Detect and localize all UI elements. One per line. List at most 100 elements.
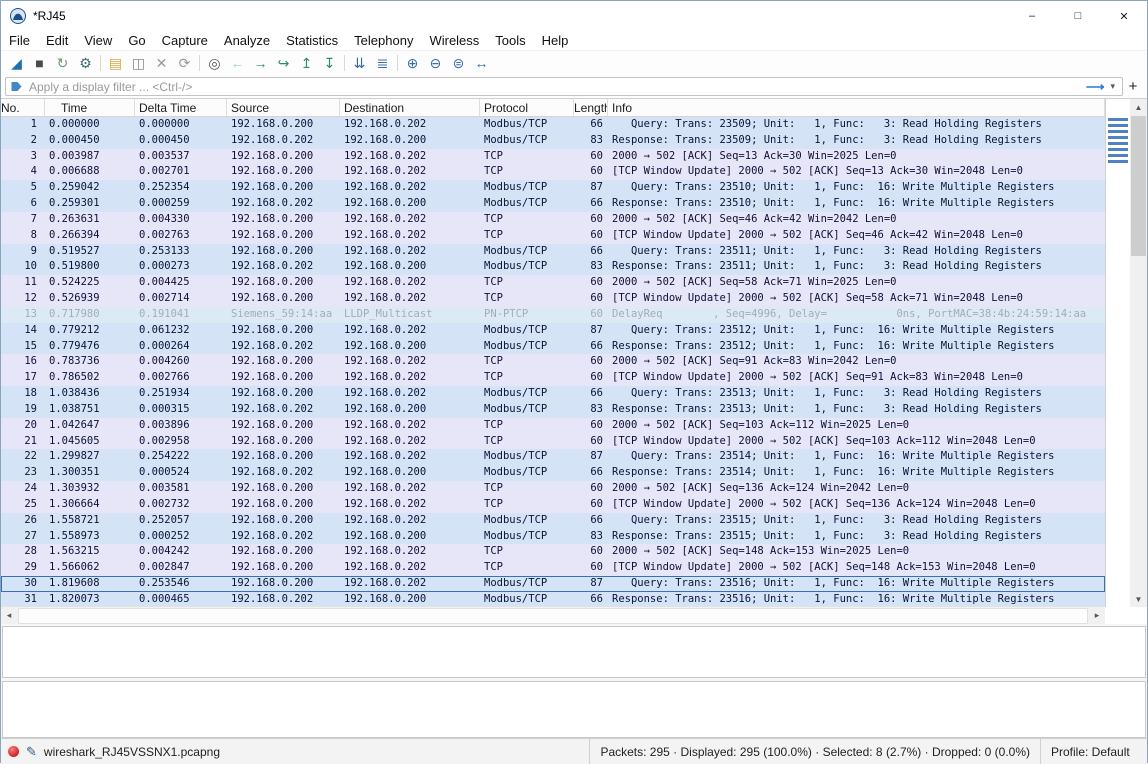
packet-row[interactable]: 10.0000000.000000192.168.0.200192.168.0.… (1, 117, 1105, 133)
capture-restart-button[interactable]: ↻ (51, 52, 74, 74)
scroll-left-icon[interactable]: ◂ (1, 607, 17, 624)
packet-row[interactable]: 150.7794760.000264192.168.0.202192.168.0… (1, 339, 1105, 355)
scroll-up-icon[interactable]: ▲ (1130, 99, 1147, 115)
column-header-info[interactable]: Info (608, 99, 1105, 116)
packet-row[interactable]: 30.0039870.003537192.168.0.200192.168.0.… (1, 149, 1105, 165)
column-header-destination[interactable]: Destination (340, 99, 480, 116)
zoom-100-button[interactable]: ⊜ (447, 52, 470, 74)
menu-item-view[interactable]: View (76, 33, 120, 48)
file-close-button[interactable]: ✕ (150, 52, 173, 74)
go-last-button[interactable]: ↧ (318, 52, 341, 74)
column-header-time[interactable]: Time (45, 99, 135, 116)
add-filter-button[interactable]: + (1123, 78, 1143, 95)
colorize-button[interactable]: ≣ (371, 52, 394, 74)
packet-row[interactable]: 201.0426470.003896192.168.0.200192.168.0… (1, 418, 1105, 434)
packet-cell: 1.558973 (45, 529, 135, 545)
packet-row[interactable]: 251.3066640.002732192.168.0.200192.168.0… (1, 497, 1105, 513)
column-header-delta-time[interactable]: Delta Time (135, 99, 227, 116)
packet-cell: 28 (1, 544, 45, 560)
vertical-scroll-thumb[interactable] (1131, 116, 1146, 256)
packet-row[interactable]: 20.0004500.000450192.168.0.202192.168.0.… (1, 133, 1105, 149)
column-header-source[interactable]: Source (227, 99, 340, 116)
apply-filter-icon[interactable]: ⟶ (1086, 79, 1105, 95)
packet-row[interactable]: 261.5587210.252057192.168.0.200192.168.0… (1, 513, 1105, 529)
capture-start-button[interactable]: ◢ (5, 52, 28, 74)
zoom-in-button[interactable]: ⊕ (401, 52, 424, 74)
resize-columns-button[interactable]: ↔ (470, 52, 493, 74)
packet-row[interactable]: 50.2590420.252354192.168.0.200192.168.0.… (1, 180, 1105, 196)
intelligent-scrollbar-minimap (1105, 99, 1130, 607)
packet-row[interactable]: 301.8196080.253546192.168.0.200192.168.0… (1, 576, 1105, 592)
packet-cell: 0.002766 (135, 370, 227, 386)
column-header-no[interactable]: No. (1, 99, 45, 116)
filter-bookmark-icon[interactable] (10, 80, 23, 93)
go-first-button[interactable]: ↥ (295, 52, 318, 74)
menu-item-telephony[interactable]: Telephony (346, 33, 421, 48)
packet-row[interactable]: 271.5589730.000252192.168.0.202192.168.0… (1, 529, 1105, 545)
packet-row[interactable]: 80.2663940.002763192.168.0.200192.168.0.… (1, 228, 1105, 244)
packet-row[interactable]: 140.7792120.061232192.168.0.200192.168.0… (1, 323, 1105, 339)
maximize-button[interactable]: □ (1055, 1, 1101, 31)
packet-row[interactable]: 100.5198000.000273192.168.0.202192.168.0… (1, 259, 1105, 275)
go-forward-button[interactable]: → (249, 52, 272, 74)
packet-cell: Modbus/TCP (480, 592, 574, 606)
zoom-out-button[interactable]: ⊖ (424, 52, 447, 74)
go-back-button[interactable]: ← (226, 52, 249, 74)
horizontal-scroll-thumb[interactable] (18, 608, 1088, 624)
menu-item-analyze[interactable]: Analyze (216, 33, 278, 48)
packet-row[interactable]: 221.2998270.254222192.168.0.200192.168.0… (1, 449, 1105, 465)
packet-row[interactable]: 110.5242250.004425192.168.0.200192.168.0… (1, 275, 1105, 291)
go-to-packet-button[interactable]: ↪ (272, 52, 295, 74)
packet-row[interactable]: 70.2636310.004330192.168.0.200192.168.0.… (1, 212, 1105, 228)
minimize-button[interactable]: – (1009, 1, 1055, 31)
packet-row[interactable]: 40.0066880.002701192.168.0.200192.168.0.… (1, 164, 1105, 180)
packet-row[interactable]: 291.5660620.002847192.168.0.200192.168.0… (1, 560, 1105, 576)
packet-cell: 1.300351 (45, 465, 135, 481)
menu-item-file[interactable]: File (1, 33, 38, 48)
expert-info-icon[interactable] (8, 746, 19, 757)
packet-row[interactable]: 120.5269390.002714192.168.0.200192.168.0… (1, 291, 1105, 307)
packet-cell: 8 (1, 228, 45, 244)
packet-row[interactable]: 281.5632150.004242192.168.0.200192.168.0… (1, 544, 1105, 560)
menu-item-wireless[interactable]: Wireless (421, 33, 487, 48)
menu-item-tools[interactable]: Tools (487, 33, 533, 48)
capture-comment-icon[interactable]: ✎ (26, 744, 37, 760)
find-packet-button[interactable]: ◎ (203, 52, 226, 74)
menu-item-capture[interactable]: Capture (154, 33, 216, 48)
column-header-length[interactable]: Length (574, 99, 608, 116)
packet-row[interactable]: 181.0384360.251934192.168.0.200192.168.0… (1, 386, 1105, 402)
packet-cell: 0.253133 (135, 244, 227, 260)
packet-row[interactable]: 90.5195270.253133192.168.0.200192.168.0.… (1, 244, 1105, 260)
packet-cell: 66 (574, 592, 608, 606)
packet-cell: 0.000524 (135, 465, 227, 481)
profile-selector[interactable]: Profile: Default (1040, 739, 1147, 764)
packet-row[interactable]: 170.7865020.002766192.168.0.200192.168.0… (1, 370, 1105, 386)
packet-row[interactable]: 60.2593010.000259192.168.0.202192.168.0.… (1, 196, 1105, 212)
vertical-scrollbar[interactable]: ▲ ▼ (1130, 99, 1147, 607)
reload-button[interactable]: ⟳ (173, 52, 196, 74)
scroll-down-icon[interactable]: ▼ (1130, 591, 1147, 607)
autoscroll-button[interactable]: ⇊ (348, 52, 371, 74)
column-header-protocol[interactable]: Protocol (480, 99, 574, 116)
packet-row[interactable]: 130.7179800.191041Siemens_59:14:aaLLDP_M… (1, 307, 1105, 323)
menu-item-go[interactable]: Go (120, 33, 153, 48)
menu-item-statistics[interactable]: Statistics (278, 33, 346, 48)
horizontal-scrollbar[interactable]: ◂ ▸ (1, 606, 1105, 624)
file-open-button[interactable]: ▤ (104, 52, 127, 74)
packet-row[interactable]: 241.3039320.003581192.168.0.200192.168.0… (1, 481, 1105, 497)
capture-stop-button[interactable]: ■ (28, 52, 51, 74)
menu-item-edit[interactable]: Edit (38, 33, 76, 48)
packet-row[interactable]: 211.0456050.002958192.168.0.200192.168.0… (1, 434, 1105, 450)
packet-row[interactable]: 191.0387510.000315192.168.0.202192.168.0… (1, 402, 1105, 418)
packet-cell: 0.783736 (45, 354, 135, 370)
capture-options-button[interactable]: ⚙ (74, 52, 97, 74)
packet-row[interactable]: 311.8200730.000465192.168.0.202192.168.0… (1, 592, 1105, 606)
filter-dropdown-caret-icon[interactable]: ▾ (1110, 81, 1115, 92)
menu-item-help[interactable]: Help (534, 33, 577, 48)
close-button[interactable]: ✕ (1101, 1, 1147, 31)
scroll-right-icon[interactable]: ▸ (1089, 607, 1105, 624)
packet-row[interactable]: 160.7837360.004260192.168.0.200192.168.0… (1, 354, 1105, 370)
file-save-button[interactable]: ◫ (127, 52, 150, 74)
packet-row[interactable]: 231.3003510.000524192.168.0.202192.168.0… (1, 465, 1105, 481)
display-filter-input[interactable] (27, 79, 1083, 95)
